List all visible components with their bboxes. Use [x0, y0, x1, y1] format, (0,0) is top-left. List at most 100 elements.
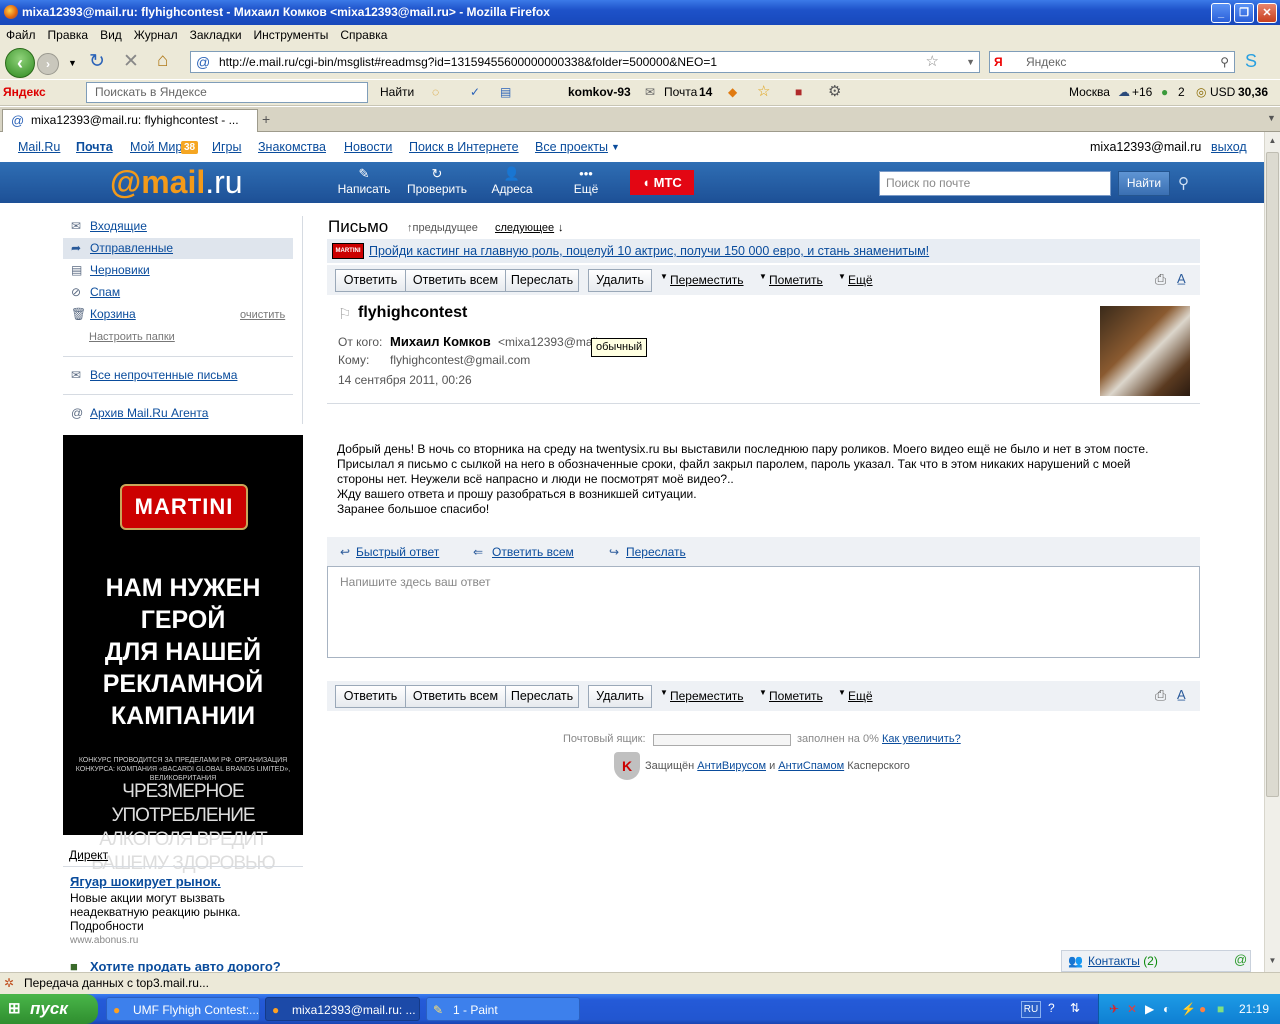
folder-inbox[interactable]: ✉ Входящие [63, 216, 293, 237]
mark-menu[interactable]: Пометить [769, 273, 823, 287]
tab-mail[interactable]: @ mixa12393@mail.ru: flyhighcontest - ..… [2, 109, 258, 132]
nav-news[interactable]: Новости [344, 132, 392, 162]
compose-button[interactable]: ✎ Написать [337, 162, 391, 203]
quick-launch-icon[interactable]: ⇅ [1070, 1001, 1080, 1015]
move-menu-bottom[interactable]: Переместить [670, 689, 744, 703]
bookmarks-icon[interactable]: ◆ [728, 80, 737, 104]
contacts-button[interactable]: 👤 Адреса [489, 162, 535, 203]
task-paint[interactable]: ✎ 1 - Paint [426, 997, 580, 1021]
nav-all-projects[interactable]: Все проекты [535, 132, 608, 162]
tray-volume-icon[interactable]: ◐ [1163, 994, 1170, 1024]
folder-drafts[interactable]: ▤ Черновики [63, 260, 293, 281]
nav-mail[interactable]: Почта [76, 132, 113, 162]
quick-reply-link[interactable]: Быстрый ответ [356, 537, 439, 567]
folder-spam[interactable]: ⊘ Спам [63, 282, 293, 303]
print-icon-bottom[interactable]: ⎙ [1155, 687, 1166, 704]
tray-agent-icon[interactable]: ● [1199, 994, 1206, 1024]
yandex-search-input[interactable]: Поискать в Яндексе [86, 82, 368, 103]
quick-reply-all-link[interactable]: Ответить всем [492, 537, 574, 567]
tab-list-dropdown-icon[interactable]: ▼ [1267, 113, 1276, 123]
ad1-title[interactable]: Ягуар шокирует рынок. [70, 874, 221, 889]
history-dropdown-icon[interactable]: ▼ [68, 53, 77, 73]
direct-label[interactable]: Директ [69, 848, 108, 862]
nav-dating[interactable]: Знакомства [258, 132, 326, 162]
reply-all-button-bottom[interactable]: Ответить всем [405, 685, 506, 708]
menu-help[interactable]: Справка [340, 28, 387, 42]
weather-city[interactable]: Москва [1069, 80, 1110, 104]
menu-tools[interactable]: Инструменты [254, 28, 329, 42]
reply-button[interactable]: Ответить [335, 269, 406, 292]
mail-search-input[interactable]: Поиск по почте [879, 171, 1111, 196]
tray-acrobat-icon[interactable]: ✈ [1109, 994, 1119, 1024]
chat-icon[interactable]: ◌ [432, 80, 439, 104]
nav-web-search[interactable]: Поиск в Интернете [409, 132, 519, 162]
antispam-link[interactable]: АнтиСпамом [778, 760, 844, 772]
menu-bookmarks[interactable]: Закладки [190, 28, 242, 42]
yandex-find-button[interactable]: Найти [380, 80, 414, 104]
reply-textarea[interactable]: Напишите здесь ваш ответ [327, 566, 1200, 658]
agent-archive-link[interactable]: @ Архив Mail.Ru Агента [63, 403, 293, 424]
help-icon[interactable]: ? [1048, 1001, 1055, 1015]
move-menu[interactable]: Переместить [670, 273, 744, 287]
ad2-title[interactable]: Хотите продать авто дорого? [90, 959, 281, 972]
logout-link[interactable]: выход [1211, 132, 1247, 162]
tray-nvidia-icon[interactable]: ■ [1217, 994, 1224, 1024]
close-button[interactable]: ✕ [1257, 3, 1277, 23]
menu-view[interactable]: Вид [100, 28, 122, 42]
antivirus-link[interactable]: АнтиВирусом [697, 760, 766, 772]
scroll-down-icon[interactable]: ▼ [1266, 956, 1279, 969]
menu-file[interactable]: Файл [6, 28, 36, 42]
reload-icon[interactable]: ↻ [89, 52, 105, 72]
sender-name[interactable]: Михаил Комков [390, 334, 491, 349]
yandex-engine-icon[interactable]: Я [994, 52, 1003, 72]
new-tab-plus-icon[interactable]: + [262, 111, 270, 127]
tray-power-icon[interactable]: ⚡ [1181, 994, 1196, 1024]
task-firefox-flyhigh[interactable]: ● UMF Flyhigh Contest:... [106, 997, 260, 1021]
favorites-star-icon[interactable]: ☆ [757, 80, 770, 104]
browser-search-input[interactable]: Я Яндекс ⚲ [989, 51, 1235, 73]
forward-button-top[interactable]: Переслать [505, 269, 579, 292]
nav-mailru[interactable]: Mail.Ru [18, 132, 60, 162]
task-firefox-mail[interactable]: ● mixa12393@mail.ru: ... [265, 997, 420, 1021]
settings-gear-icon[interactable]: ⚙ [828, 80, 841, 104]
flag-icon[interactable]: ⚐ [338, 305, 351, 323]
translate-letter-icon[interactable]: A̲ [1177, 271, 1186, 286]
all-unread-link[interactable]: ✉ Все непрочтенные письма [63, 365, 293, 386]
contacts-panel[interactable]: 👥 Контакты (2) [1061, 950, 1251, 972]
mailru-logo[interactable]: @mail.ru [110, 162, 243, 202]
forward-button[interactable]: › [37, 53, 59, 75]
advanced-search-icon[interactable]: ⚲ [1178, 174, 1189, 192]
more-menu-bottom[interactable]: Ещё [848, 689, 873, 703]
tray-network-icon[interactable]: ✕ [1127, 994, 1137, 1024]
delete-button-bottom[interactable]: Удалить [588, 685, 652, 708]
language-indicator[interactable]: RU [1021, 1001, 1041, 1018]
check-mail-button[interactable]: ↻ Проверить [405, 162, 469, 203]
page-scrollbar[interactable]: ▲ ▼ [1264, 132, 1280, 972]
nav-games[interactable]: Игры [212, 132, 241, 162]
apps-icon[interactable]: ■ [795, 80, 802, 104]
reply-all-button[interactable]: Ответить всем [405, 269, 506, 292]
tray-media-icon[interactable]: ▶ [1145, 994, 1154, 1024]
url-bar[interactable]: @ http://e.mail.ru/cgi-bin/msglist#readm… [190, 51, 980, 73]
ad1-url[interactable]: www.abonus.ru [70, 935, 138, 946]
yandex-user[interactable]: komkov-93 [568, 80, 631, 104]
search-icon[interactable]: ⚲ [1220, 52, 1229, 72]
bookmark-star-icon[interactable]: ☆ [926, 52, 939, 72]
mail-search-button[interactable]: Найти [1118, 171, 1170, 196]
translate-letter-icon-bottom[interactable]: A̲ [1177, 687, 1186, 702]
prev-letter[interactable]: ↑предыдущее [407, 222, 478, 234]
yandex-mail-label[interactable]: Почта [664, 80, 697, 104]
stop-icon[interactable]: ✕ [123, 52, 139, 72]
quick-forward-link[interactable]: Переслать [626, 537, 686, 567]
translate-icon[interactable]: ▤ [500, 80, 511, 104]
chevron-down-icon[interactable]: ▼ [611, 132, 620, 162]
menu-history[interactable]: Журнал [134, 28, 178, 42]
print-icon[interactable]: ⎙ [1155, 271, 1166, 288]
scroll-up-icon[interactable]: ▲ [1266, 136, 1279, 149]
yandex-logo[interactable]: Яндекс [3, 80, 46, 104]
next-letter[interactable]: следующее [495, 222, 554, 234]
mark-menu-bottom[interactable]: Пометить [769, 689, 823, 703]
mts-banner[interactable]: ◖ МТС [630, 170, 694, 195]
start-button[interactable]: ⊞ пуск [0, 994, 98, 1024]
reply-button-bottom[interactable]: Ответить [335, 685, 406, 708]
